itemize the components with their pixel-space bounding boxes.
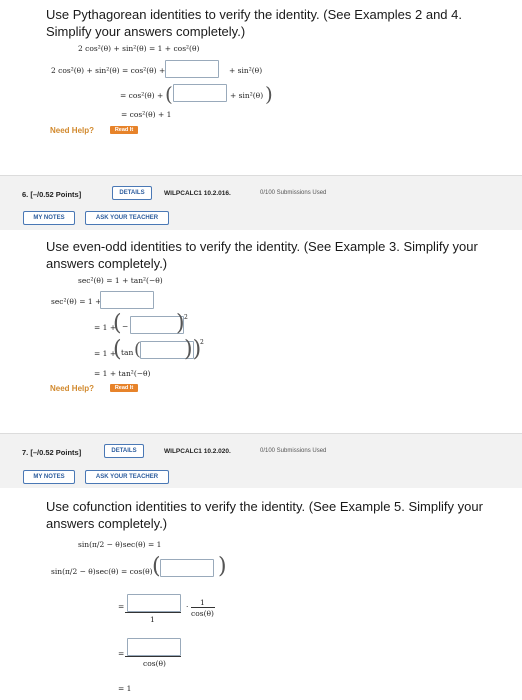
q6-step2-open-paren: ( <box>113 311 122 336</box>
q7-header-band <box>0 434 522 488</box>
q6-answer-input-1[interactable] <box>100 291 154 309</box>
q7-identity: sin(π/2 − θ)sec(θ) = 1 <box>78 540 162 549</box>
q5-step1-rhs: + sin²(θ) <box>229 66 263 75</box>
q6-ask-teacher-button[interactable]: ASK YOUR TEACHER <box>85 211 169 225</box>
q7-answer-input-2[interactable] <box>127 594 181 612</box>
q7-ask-teacher-button[interactable]: ASK YOUR TEACHER <box>85 470 169 484</box>
q7-step2-dot: · <box>186 602 189 611</box>
q7-prompt: Use cofunction identities to verify the … <box>46 499 483 531</box>
q7-answer-input-1[interactable] <box>160 559 214 577</box>
q6-step2-minus: − <box>122 322 129 331</box>
q6-prompt: Use even-odd identities to verify the id… <box>46 239 478 271</box>
q7-step1-close-paren: ) <box>218 554 227 579</box>
q7-my-notes-button[interactable]: MY NOTES <box>23 470 75 484</box>
q5-step2-lhs: = cos²(θ) + <box>120 91 164 100</box>
q5-answer-input-2[interactable] <box>173 84 227 102</box>
q5-step3: = cos²(θ) + 1 <box>121 110 172 119</box>
q7-submissions: 0/100 Submissions Used <box>260 448 327 454</box>
q5-step1-lhs: 2 cos²(θ) + sin²(θ) = cos²(θ) + <box>51 66 166 75</box>
q7-step2-eq: = <box>118 602 125 611</box>
q7-answer-input-3[interactable] <box>127 638 181 656</box>
q7-step2-frac-denominator: cos(θ) <box>191 609 214 618</box>
q6-number: 6. [–/0.52 Points] <box>22 190 82 199</box>
q6-details-button[interactable]: DETAILS <box>112 186 152 200</box>
q7-step3-denominator: cos(θ) <box>143 659 166 668</box>
q6-step3-sup: 2 <box>200 339 204 346</box>
q7-step2-denominator: 1 <box>150 615 155 624</box>
q6-identity: sec²(θ) = 1 + tan²(−θ) <box>78 276 163 285</box>
q6-my-notes-button[interactable]: MY NOTES <box>23 211 75 225</box>
q7-step2-frac-numerator: 1 <box>200 598 205 607</box>
q5-answer-input-1[interactable] <box>165 60 219 78</box>
q6-step1: sec²(θ) = 1 + <box>51 297 102 306</box>
q6-course-code: WILPCALC1 10.2.016. <box>164 190 231 197</box>
q6-need-help: Need Help? <box>50 384 95 393</box>
q7-step2-frac-bar <box>191 607 215 608</box>
q7-step2-fraction-bar <box>125 612 181 613</box>
q7-step1: sin(π/2 − θ)sec(θ) = cos(θ) · <box>51 567 158 576</box>
q6-submissions: 0/100 Submissions Used <box>260 190 327 196</box>
q5-close-paren: ) <box>265 82 273 106</box>
q5-step2-rhs: + sin²(θ) <box>230 91 264 100</box>
q6-step3-close-paren: )) <box>184 337 202 362</box>
q7-step4: = 1 <box>118 684 132 693</box>
q5-read-it-button[interactable]: Read It <box>110 126 138 134</box>
q7-details-button[interactable]: DETAILS <box>104 444 144 458</box>
q5-identity: 2 cos²(θ) + sin²(θ) = 1 + cos²(θ) <box>78 44 200 53</box>
q6-step2-sup: 2 <box>184 314 188 321</box>
q6-header-band <box>0 176 522 230</box>
q6-step4: = 1 + tan²(−θ) <box>94 369 151 378</box>
q5-prompt: Use Pythagorean identities to verify the… <box>46 7 462 39</box>
q7-number: 7. [–/0.52 Points] <box>22 448 82 457</box>
q5-open-paren: ( <box>165 82 173 106</box>
q5-need-help: Need Help? <box>50 126 95 135</box>
q6-read-it-button[interactable]: Read It <box>110 384 138 392</box>
q7-course-code: WILPCALC1 10.2.020. <box>164 448 231 455</box>
q7-step3-eq: = <box>118 649 125 658</box>
q6-step3-tan: tan <box>121 348 134 357</box>
q7-step3-fraction-bar <box>125 656 181 657</box>
